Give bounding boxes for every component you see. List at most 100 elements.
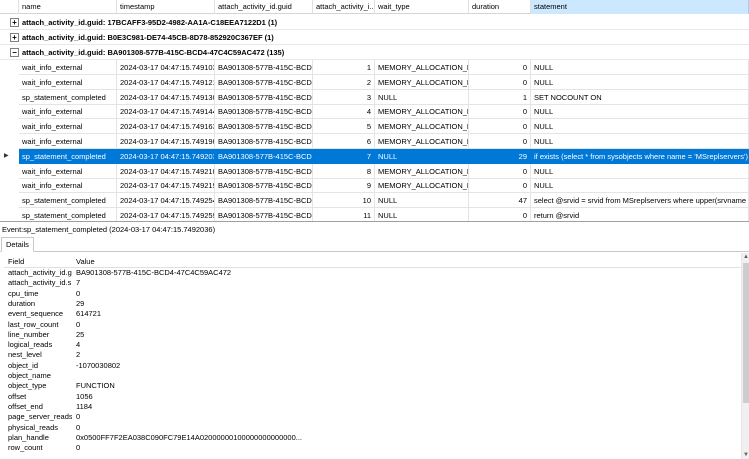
cell-duration: 0 [469,74,531,90]
table-row[interactable]: wait_info_external 2024-03-17 04:47:15.74… [0,104,749,120]
table-row[interactable]: wait_info_external 2024-03-17 04:47:15.74… [0,178,749,194]
table-row[interactable]: wait_info_external 2024-03-17 04:47:15.74… [0,134,749,149]
detail-field: event_sequence [8,309,64,319]
table-row[interactable]: wait_info_external 2024-03-17 04:47:15.74… [0,60,749,75]
scroll-up-icon[interactable]: ▲ [743,253,749,261]
group-row[interactable]: − attach_activity_id.guid: BA901308-577B-… [0,45,749,60]
value-header[interactable]: Value [76,256,95,268]
column-header-statement[interactable]: statement [531,0,749,14]
column-header-wait-type[interactable]: wait_type [375,0,469,14]
tab-details[interactable]: Details [1,237,34,252]
cell-name: wait_info_external [19,60,117,75]
detail-row[interactable]: event_sequence 614721 [4,309,741,319]
column-header-guid[interactable]: attach_activity_id.guid [215,0,313,14]
cell-seq: 2 [313,74,375,90]
detail-value: 1056 [76,391,93,401]
cell-wait-type: NULL [375,89,469,105]
detail-row[interactable]: object_name [4,371,741,381]
column-header-seq[interactable]: attach_activity_i... [313,0,375,14]
cell-timestamp: 2024-03-17 04:47:15.7491308 [117,89,215,105]
detail-row[interactable]: logical_reads 4 [4,340,741,350]
detail-value: 29 [76,298,85,308]
cell-statement: NULL [531,119,749,135]
column-header-name[interactable]: name [19,0,117,14]
cell-name: wait_info_external [19,178,117,194]
table-row[interactable]: wait_info_external 2024-03-17 04:47:15.74… [0,163,749,179]
cell-duration: 0 [469,163,531,179]
detail-row[interactable]: duration 29 [4,299,741,309]
detail-row[interactable]: nest_level 2 [4,350,741,360]
cell-timestamp: 2024-03-17 04:47:15.7492036 [117,148,215,164]
detail-row[interactable]: page_server_reads 0 [4,412,741,422]
collapse-icon[interactable]: − [10,48,19,57]
status-line: Event:sp_statement_completed (2024-03-17… [2,225,216,234]
column-header-timestamp[interactable]: timestamp [117,0,215,14]
table-row[interactable]: sp_statement_completed 2024-03-17 04:47:1… [0,193,749,209]
events-grid[interactable]: name timestamp attach_activity_id.guid a… [0,0,749,222]
table-row[interactable]: ▶ sp_statement_completed 2024-03-17 04:47:… [0,148,749,164]
detail-row[interactable]: attach_activity_id.g... BA901308-577B-415… [4,268,741,278]
scroll-down-icon[interactable]: ▼ [743,451,749,459]
cell-statement: return @srvid [531,208,749,221]
detail-value: 0 [76,412,81,422]
detail-row[interactable]: offset_end 1184 [4,402,741,412]
detail-row[interactable]: last_row_count 0 [4,320,741,330]
group-count: (1) [264,33,274,42]
detail-row[interactable]: object_id -1070030802 [4,361,741,371]
cell-duration: 0 [469,134,531,149]
detail-row[interactable]: physical_reads 0 [4,423,741,433]
cell-guid: BA901308-577B-415C-BCD4-4... [215,163,313,179]
cell-name: wait_info_external [19,74,117,90]
table-row[interactable]: sp_statement_completed 2024-03-17 04:47:1… [0,208,749,221]
detail-row[interactable]: offset 1056 [4,392,741,402]
detail-row[interactable]: line_number 25 [4,330,741,340]
detail-value: 0x0500FF7F2EA038C090FC79E14A020000001000… [76,432,303,442]
detail-field: row_count [8,443,43,453]
table-row[interactable]: sp_statement_completed 2024-03-17 04:47:1… [0,89,749,105]
cell-seq: 3 [313,89,375,105]
cell-guid: BA901308-577B-415C-BCD4-4... [215,74,313,90]
detail-field: offset [8,391,27,401]
expand-icon[interactable]: + [10,18,19,27]
detail-row[interactable]: attach_activity_id.s... 7 [4,278,741,288]
scroll-thumb[interactable] [743,263,749,403]
details-header: Field Value [4,256,741,268]
group-label: attach_activity_id.guid: [22,48,106,57]
detail-field: plan_handle [8,432,49,442]
details-scrollbar[interactable]: ▲ ▼ [741,253,749,459]
cell-duration: 0 [469,119,531,135]
detail-row[interactable]: cpu_time 0 [4,289,741,299]
cell-duration: 47 [469,193,531,209]
cell-name: sp_statement_completed [19,148,117,164]
detail-field: cpu_time [8,288,39,298]
detail-row[interactable]: plan_handle 0x0500FF7F2EA038C090FC79E14A0… [4,433,741,443]
cell-name: sp_statement_completed [19,89,117,105]
expand-icon[interactable]: + [10,33,19,42]
detail-row[interactable]: object_type FUNCTION [4,381,741,391]
cell-seq: 1 [313,60,375,75]
detail-field: page_server_reads [8,412,72,422]
detail-row[interactable]: row_count 0 [4,443,741,453]
cell-duration: 0 [469,208,531,221]
cell-statement: NULL [531,163,749,179]
detail-field: object_id [8,360,39,370]
cell-wait-type: MEMORY_ALLOCATION_E... [375,178,469,194]
cell-wait-type: MEMORY_ALLOCATION_E... [375,104,469,120]
detail-field: nest_level [8,350,42,360]
group-row[interactable]: + attach_activity_id.guid: 17BCAFF3-95D2-… [0,15,749,30]
table-row[interactable]: wait_info_external 2024-03-17 04:47:15.74… [0,74,749,90]
grid-header: name timestamp attach_activity_id.guid a… [0,0,749,14]
detail-field: offset_end [8,401,43,411]
column-header-duration[interactable]: duration [469,0,531,14]
table-row[interactable]: wait_info_external 2024-03-17 04:47:15.74… [0,119,749,135]
cell-guid: BA901308-577B-415C-BCD4-4... [215,178,313,194]
cell-seq: 8 [313,163,375,179]
cell-wait-type: NULL [375,148,469,164]
cell-name: sp_statement_completed [19,193,117,209]
cell-statement: NULL [531,104,749,120]
cell-seq: 11 [313,208,375,221]
group-row[interactable]: + attach_activity_id.guid: B0E3C981-DE74-… [0,30,749,45]
group-count: (135) [266,48,285,57]
field-header[interactable]: Field [8,256,24,268]
cell-timestamp: 2024-03-17 04:47:15.7492109 [117,163,215,179]
